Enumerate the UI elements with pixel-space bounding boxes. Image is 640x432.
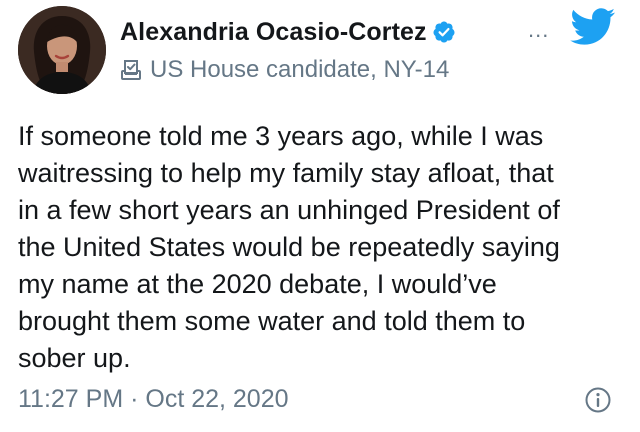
info-icon[interactable] [584,386,612,414]
author-label: US House candidate, NY-14 [150,56,450,83]
tweet-text: If someone told me 3 years ago, while I … [18,121,560,373]
tweet-meta-row: 11:27 PM · Oct 22, 2020 [18,382,289,416]
verified-badge-icon [432,20,456,44]
avatar[interactable] [18,6,106,94]
tweet-timestamp[interactable]: 11:27 PM · Oct 22, 2020 [18,385,289,414]
author-label-row: US House candidate, NY-14 [120,54,449,86]
more-options-button[interactable]: ... [528,19,549,41]
avatar-photo [18,6,106,94]
author-row: Alexandria Ocasio-Cortez [120,14,456,50]
ballot-box-icon [120,59,142,81]
tweet-card: Alexandria Ocasio-Cortez ... US House ca… [0,0,640,432]
author-display-name[interactable]: Alexandria Ocasio-Cortez [120,18,427,47]
twitter-bird-icon[interactable] [570,8,616,46]
